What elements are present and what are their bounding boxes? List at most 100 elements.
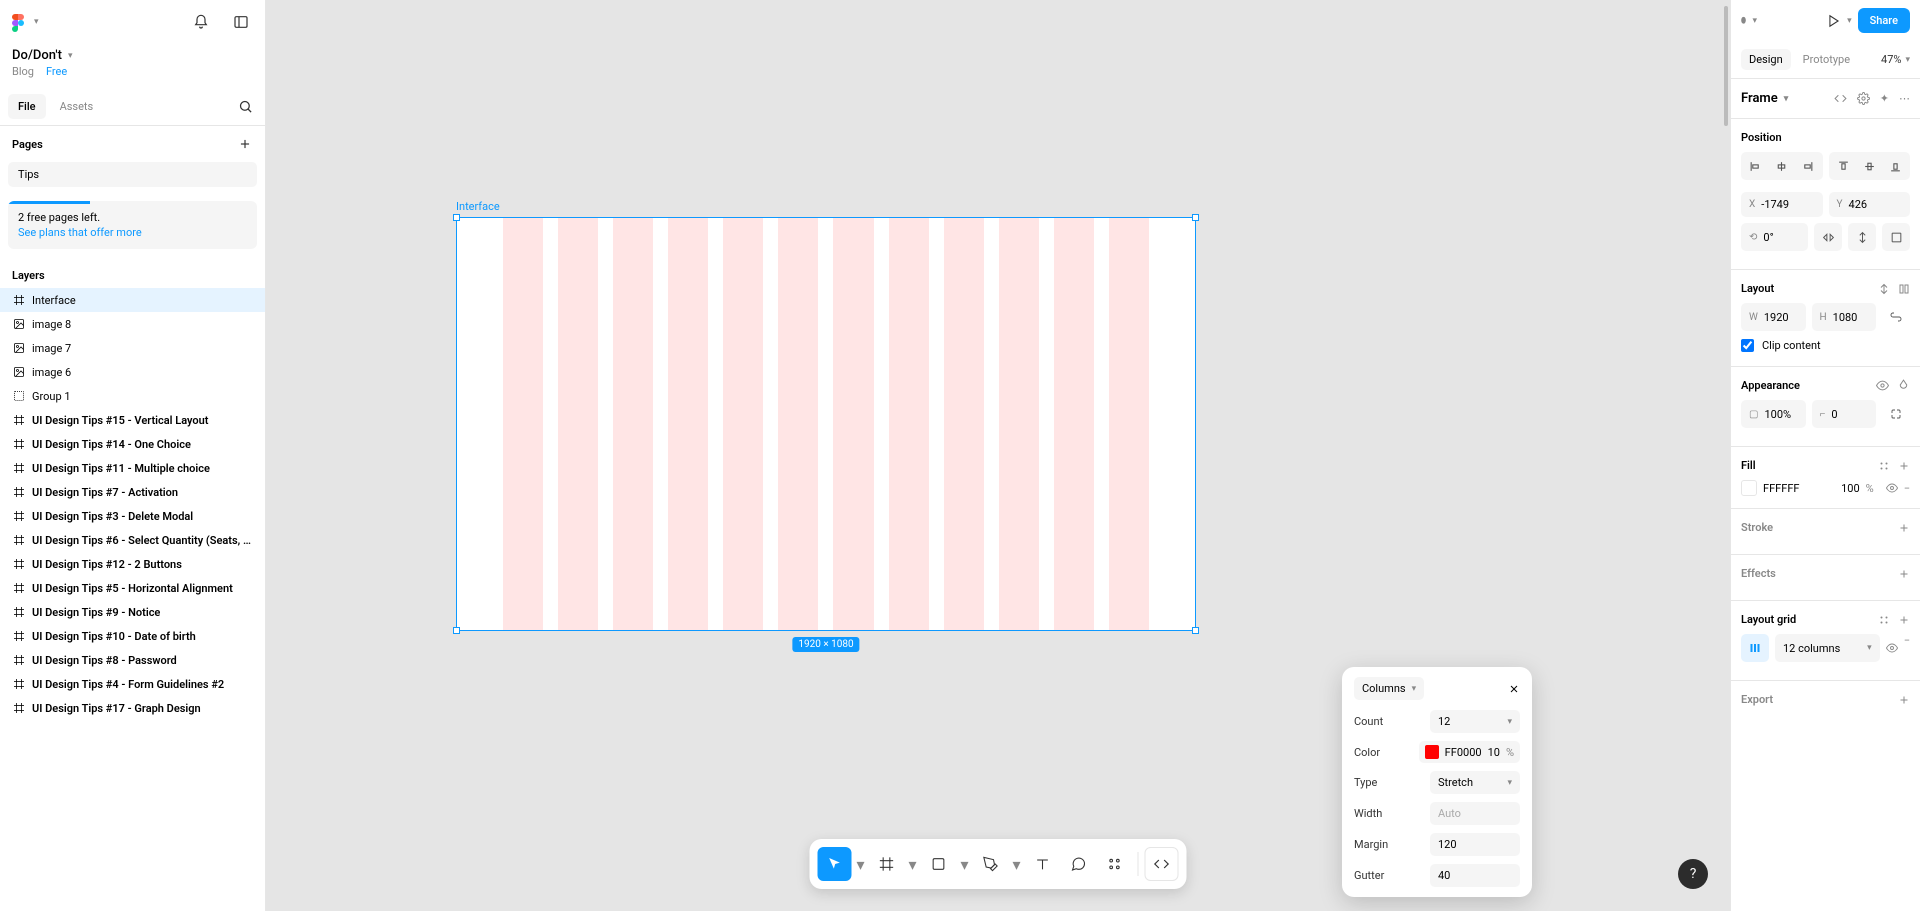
add-export-icon[interactable] (1898, 694, 1910, 706)
align-top-icon[interactable] (1831, 154, 1857, 178)
add-stroke-icon[interactable] (1898, 522, 1910, 534)
user-avatar[interactable]: ⬮ (1741, 16, 1747, 26)
chevron-down-icon[interactable]: ▾ (1753, 16, 1758, 26)
align-left-icon[interactable] (1743, 154, 1769, 178)
tab-file[interactable]: File (8, 94, 46, 119)
move-tool[interactable] (818, 847, 852, 881)
width-input[interactable]: W1920 (1741, 303, 1806, 331)
dev-mode-toggle[interactable] (1145, 847, 1179, 881)
independent-corners-icon[interactable] (1882, 400, 1910, 428)
add-effect-icon[interactable] (1898, 568, 1910, 580)
visibility-icon[interactable] (1876, 379, 1889, 392)
search-icon[interactable] (233, 95, 257, 119)
layer-row[interactable]: UI Design Tips #11 - Multiple choice (0, 456, 265, 480)
add-fill-icon[interactable] (1898, 460, 1910, 472)
blend-mode-icon[interactable] (1897, 379, 1910, 392)
chevron-down-icon[interactable]: ▾ (34, 17, 39, 27)
pen-tool-chevron[interactable]: ▾ (1010, 855, 1024, 874)
grid-columns-icon[interactable] (1741, 634, 1769, 662)
position-y-input[interactable]: Y426 (1829, 192, 1911, 217)
tab-assets[interactable]: Assets (50, 94, 104, 119)
layer-row[interactable]: image 6 (0, 360, 265, 384)
tab-design[interactable]: Design (1741, 49, 1791, 70)
margin-input[interactable]: 120 (1430, 833, 1520, 856)
visibility-icon[interactable] (1886, 482, 1898, 494)
layer-row[interactable]: image 8 (0, 312, 265, 336)
remove-fill-icon[interactable]: − (1904, 482, 1910, 495)
move-tool-chevron[interactable]: ▾ (854, 855, 868, 874)
chevron-down-icon[interactable]: ▾ (1847, 16, 1852, 26)
remove-grid-icon[interactable]: − (1904, 634, 1910, 662)
add-grid-icon[interactable] (1898, 614, 1910, 626)
fill-hex[interactable]: FFFFFF (1763, 482, 1835, 495)
selected-frame[interactable]: 1920 × 1080 (456, 217, 1196, 631)
pages-limit-link[interactable]: See plans that offer more (18, 226, 247, 239)
gutter-input[interactable]: 40 (1430, 864, 1520, 887)
file-plan[interactable]: Free (46, 65, 67, 78)
layer-row[interactable]: UI Design Tips #6 - Select Quantity (Sea… (0, 528, 265, 552)
canvas[interactable]: Interface 1920 × 1080 ▾ ▾ ▾ (266, 0, 1730, 911)
file-team[interactable]: Blog (12, 65, 34, 78)
component-config-icon[interactable] (1857, 92, 1870, 105)
position-x-input[interactable]: X-1749 (1741, 192, 1823, 217)
visibility-icon[interactable] (1886, 634, 1898, 662)
layer-row[interactable]: Interface (0, 288, 265, 312)
notifications-icon[interactable] (189, 10, 213, 34)
layer-row[interactable]: UI Design Tips #7 - Activation (0, 480, 265, 504)
grid-color-input[interactable]: FF0000 10 % (1419, 741, 1520, 763)
shape-tool-chevron[interactable]: ▾ (958, 855, 972, 874)
layer-row[interactable]: image 7 (0, 336, 265, 360)
autolayout-v-icon[interactable] (1878, 283, 1890, 295)
styles-icon[interactable] (1878, 460, 1890, 472)
page-item[interactable]: Tips (8, 162, 257, 187)
layer-row[interactable]: UI Design Tips #10 - Date of birth (0, 624, 265, 648)
chevron-down-icon[interactable]: ▾ (68, 51, 73, 61)
layer-row[interactable]: UI Design Tips #15 - Vertical Layout (0, 408, 265, 432)
figma-logo-icon[interactable] (12, 14, 28, 30)
corner-radius-input[interactable]: ⌐0 (1812, 400, 1877, 428)
grid-value-select[interactable]: 12 columns▾ (1775, 634, 1880, 662)
layer-row[interactable]: UI Design Tips #14 - One Choice (0, 432, 265, 456)
height-input[interactable]: H1080 (1812, 303, 1877, 331)
count-input[interactable]: 12▾ (1430, 710, 1520, 733)
layer-row[interactable]: UI Design Tips #4 - Form Guidelines #2 (0, 672, 265, 696)
file-title[interactable]: Do/Don't (12, 48, 62, 63)
canvas-scrollbar[interactable] (1724, 6, 1728, 126)
constrain-proportions-icon[interactable] (1882, 303, 1910, 331)
autolayout-h-icon[interactable] (1898, 283, 1910, 295)
layer-row[interactable]: Group 1 (0, 384, 265, 408)
more-transform-icon[interactable] (1882, 223, 1910, 251)
styles-icon[interactable] (1878, 614, 1890, 626)
align-bottom-icon[interactable] (1882, 154, 1908, 178)
shape-tool[interactable] (922, 847, 956, 881)
close-icon[interactable] (1508, 683, 1520, 695)
add-page-icon[interactable] (237, 136, 253, 152)
present-icon[interactable] (1827, 14, 1841, 28)
flip-v-icon[interactable] (1848, 223, 1876, 251)
opacity-input[interactable]: ▢100% (1741, 400, 1806, 428)
align-hcenter-icon[interactable] (1769, 154, 1795, 178)
resize-handle[interactable] (453, 214, 460, 221)
ai-icon[interactable]: ✦ (1880, 92, 1889, 105)
frame-tool[interactable] (870, 847, 904, 881)
more-icon[interactable]: ⋯ (1899, 92, 1910, 105)
code-icon[interactable] (1834, 92, 1847, 105)
actions-tool[interactable] (1098, 847, 1132, 881)
tab-prototype[interactable]: Prototype (1795, 49, 1858, 70)
resize-handle[interactable] (453, 627, 460, 634)
rotation-input[interactable]: ⟲0° (1741, 223, 1808, 251)
text-tool[interactable] (1026, 847, 1060, 881)
resize-handle[interactable] (1192, 214, 1199, 221)
pen-tool[interactable] (974, 847, 1008, 881)
fill-opacity[interactable]: 100 (1841, 482, 1860, 495)
fill-swatch-icon[interactable] (1741, 480, 1757, 496)
layer-row[interactable]: UI Design Tips #12 - 2 Buttons (0, 552, 265, 576)
resize-handle[interactable] (1192, 627, 1199, 634)
share-button[interactable]: Share (1858, 8, 1910, 33)
frame-label[interactable]: Interface (456, 200, 1196, 213)
clip-content-checkbox[interactable] (1741, 339, 1754, 352)
help-button[interactable]: ? (1678, 859, 1708, 889)
chevron-down-icon[interactable]: ▾ (1784, 94, 1789, 104)
flip-h-icon[interactable] (1814, 223, 1842, 251)
layer-row[interactable]: UI Design Tips #8 - Password (0, 648, 265, 672)
